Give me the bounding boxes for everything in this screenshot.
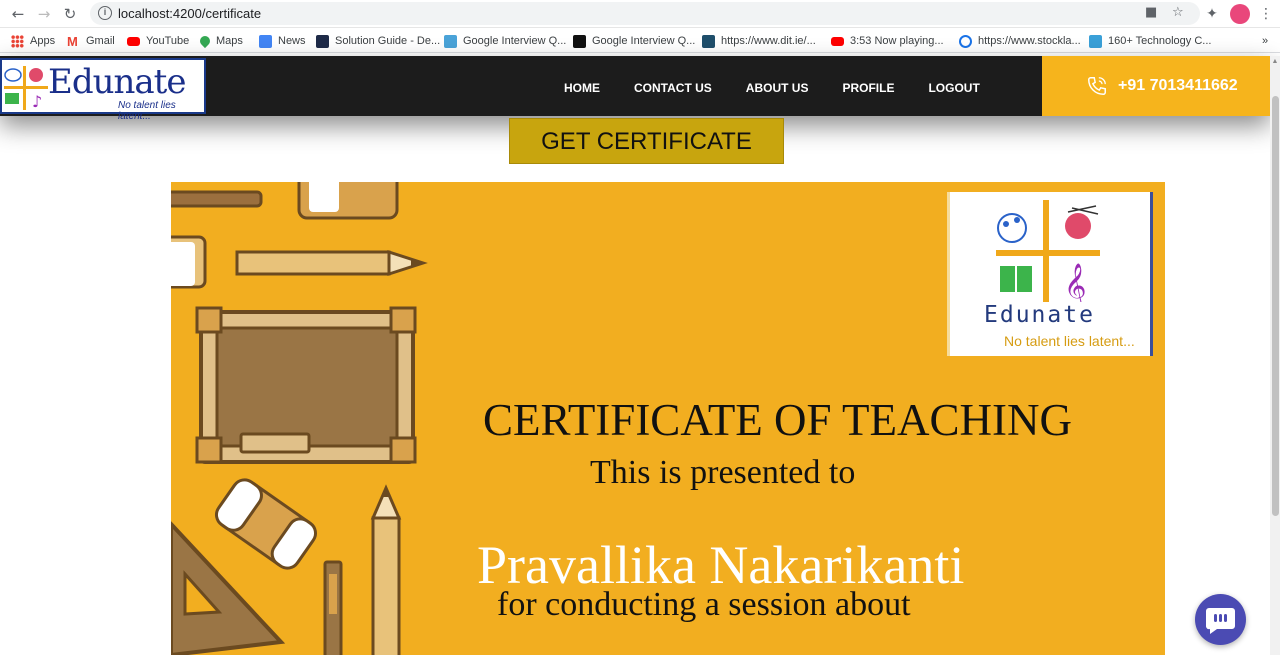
bookmark-label: https://www.stockla... <box>978 35 1081 47</box>
extensions-puzzle-icon[interactable]: ✦ <box>1202 4 1222 24</box>
nav-contact-us[interactable]: CONTACT US <box>634 81 712 95</box>
site-header: ♪ Edunate No talent lies latent... HOME … <box>0 56 1270 122</box>
scrollbar-thumb[interactable] <box>1272 96 1279 516</box>
bookmark-label: Maps <box>216 35 243 47</box>
camera-icon[interactable]: ■ <box>1145 5 1157 20</box>
bookmark-label: Apps <box>30 35 56 47</box>
bookmark-label: Google Interview Q... <box>463 35 567 47</box>
code-icon <box>573 34 586 48</box>
bookmark-label: Gmail <box>86 35 115 47</box>
bookmark-label: News <box>278 35 306 47</box>
site-logo[interactable]: ♪ Edunate No talent lies latent... <box>0 58 206 122</box>
bookmark-label: 160+ Technology C... <box>1108 35 1212 47</box>
certificate-presented-text: This is presented to <box>590 454 856 491</box>
bookmark-stocklabs[interactable]: https://www.stockla... <box>959 33 1081 49</box>
nav-home[interactable]: HOME <box>564 81 600 95</box>
news-icon <box>259 34 272 48</box>
youtube-icon <box>127 36 140 46</box>
maps-pin-icon <box>197 33 213 49</box>
sync-icon <box>959 34 972 48</box>
phone-number[interactable]: +91 7013411662 <box>1118 77 1238 95</box>
dit-icon <box>702 34 715 48</box>
bookmarks-overflow-chevron[interactable]: » <box>1262 33 1268 49</box>
bookmark-label: Google Interview Q... <box>592 35 696 47</box>
certificate-reason-text: for conducting a session about <box>497 586 911 623</box>
phone-contact[interactable]: +91 7013411662 <box>1042 56 1270 116</box>
certificate-logo-wordmark: Edunate <box>984 302 1095 328</box>
info-icon[interactable]: i <box>98 6 112 20</box>
apps-grid-icon <box>11 34 24 48</box>
bookmark-dit[interactable]: https://www.dit.ie/... <box>702 33 816 49</box>
chat-widget-button[interactable] <box>1195 594 1246 645</box>
bookmark-news[interactable]: News <box>259 33 306 49</box>
nav-about-us[interactable]: ABOUT US <box>746 81 809 95</box>
logo-wordmark: Edunate <box>48 62 186 102</box>
bookmark-gmail[interactable]: M Gmail <box>67 33 115 49</box>
logo-tagline: No talent lies latent... <box>118 100 176 122</box>
youtube-icon <box>831 36 844 46</box>
bookmark-maps[interactable]: Maps <box>197 33 243 49</box>
forward-arrow-icon[interactable]: → <box>34 4 54 24</box>
svg-text:𝄞: 𝄞 <box>1064 263 1086 302</box>
bookmark-google-interview-2[interactable]: Google Interview Q... <box>573 33 695 49</box>
phone-icon <box>1088 77 1106 95</box>
bookmark-technology[interactable]: 160+ Technology C... <box>1089 33 1211 49</box>
bookmark-now-playing[interactable]: 3:53 Now playing... <box>831 33 944 49</box>
certificate-logo-tagline: No talent lies latent... <box>1004 333 1135 349</box>
address-bar[interactable]: i localhost:4200/certificate ■ ☆ <box>90 2 1200 25</box>
edunate-emblem-icon: 𝄞 <box>996 200 1100 302</box>
bookmark-star-icon[interactable]: ☆ <box>1172 5 1184 20</box>
main-nav: HOME CONTACT US ABOUT US PROFILE LOGOUT <box>564 81 1014 95</box>
bookmarks-bar: Apps M Gmail YouTube Maps News Solution … <box>0 29 1280 53</box>
logo-glyphs-icon: ♪ <box>4 66 48 110</box>
bookmark-google-interview-1[interactable]: Google Interview Q... <box>444 33 566 49</box>
scroll-up-arrow-icon[interactable]: ▲ <box>1271 58 1279 66</box>
profile-avatar[interactable] <box>1230 4 1250 24</box>
hashnode-icon <box>316 34 329 48</box>
chat-icon <box>1205 608 1235 634</box>
bookmark-label: YouTube <box>146 35 190 47</box>
svg-text:♪: ♪ <box>32 92 42 110</box>
kebab-menu-icon[interactable]: ⋮ <box>1256 4 1276 24</box>
get-certificate-button[interactable]: GET CERTIFICATE <box>509 118 784 164</box>
address-url[interactable]: localhost:4200/certificate <box>118 6 261 21</box>
nav-profile[interactable]: PROFILE <box>842 81 894 95</box>
layers-icon <box>444 34 457 48</box>
stationery-illustration <box>171 182 428 655</box>
certificate-card: 𝄞 Edunate No talent lies latent... CERTI… <box>171 182 1165 655</box>
back-arrow-icon[interactable]: ← <box>8 4 28 24</box>
bookmark-apps[interactable]: Apps <box>11 33 55 49</box>
tech-icon <box>1089 34 1102 48</box>
reload-icon[interactable]: ↻ <box>60 4 80 24</box>
certificate-logo: 𝄞 Edunate No talent lies latent... <box>947 192 1153 356</box>
bookmark-label: 3:53 Now playing... <box>850 35 944 47</box>
browser-toolbar: ← → ↻ i localhost:4200/certificate ■ ☆ ✦… <box>0 0 1280 28</box>
gmail-icon: M <box>67 33 78 49</box>
bookmark-solution-guide[interactable]: Solution Guide - De... <box>316 33 440 49</box>
bookmark-label: https://www.dit.ie/... <box>721 35 816 47</box>
bookmark-youtube[interactable]: YouTube <box>127 33 189 49</box>
nav-logout[interactable]: LOGOUT <box>928 81 979 95</box>
bookmark-label: Solution Guide - De... <box>335 35 441 47</box>
certificate-title: CERTIFICATE OF TEACHING <box>483 395 1072 445</box>
